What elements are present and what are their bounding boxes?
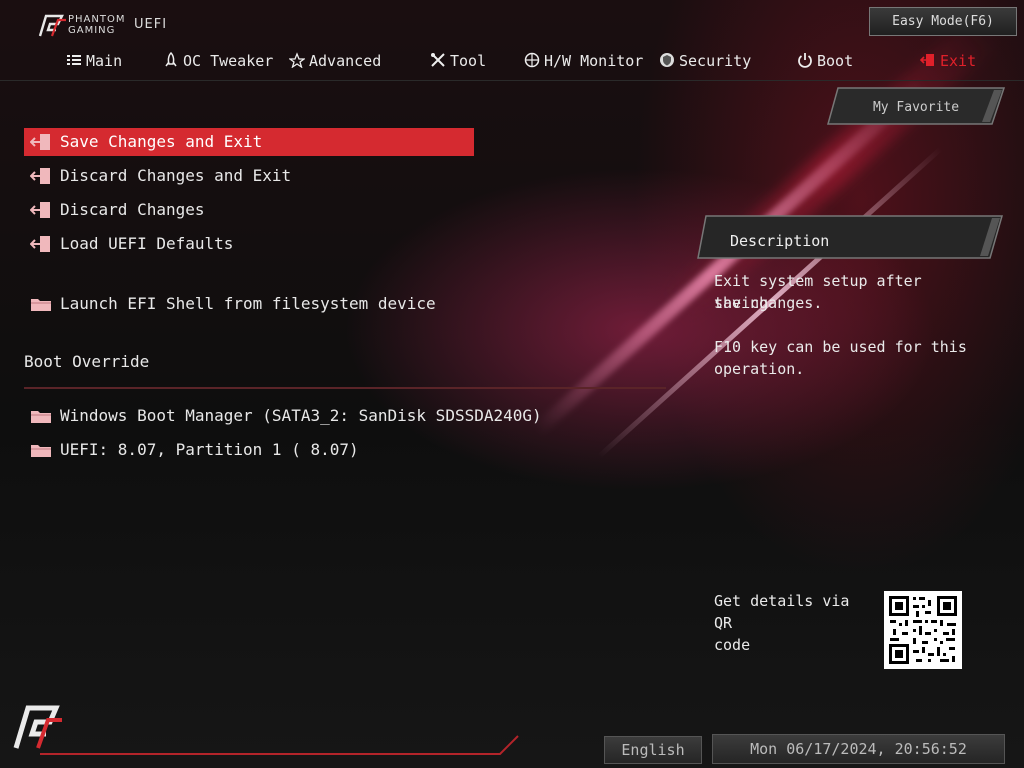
tab-label: Boot xyxy=(817,52,854,70)
qr-caption-line: code xyxy=(714,636,751,654)
tab-security[interactable]: Security xyxy=(659,52,751,72)
folder-icon xyxy=(31,411,51,423)
tab-label: Tool xyxy=(450,52,487,70)
tab-label: Security xyxy=(679,52,752,70)
boot-device-label: UEFI: 8.07, Partition 1 ( 8.07) xyxy=(60,440,359,459)
my-favorite-button[interactable]: My Favorite xyxy=(826,100,1006,115)
qr-code xyxy=(884,591,962,669)
tab-label: Exit xyxy=(940,52,977,70)
tab-label: H/W Monitor xyxy=(544,52,644,70)
tab-tool[interactable]: Tool xyxy=(430,52,486,72)
exit-door-icon xyxy=(30,236,50,252)
qr-caption-line: Get details via QR xyxy=(714,592,850,632)
tab-advanced[interactable]: Advanced xyxy=(289,52,381,72)
brand-line-2: GAMING xyxy=(68,25,116,36)
description-text: F10 key can be used for this xyxy=(714,338,967,356)
launch-efi-shell[interactable]: Launch EFI Shell from filesystem device xyxy=(24,290,474,318)
exit-door-icon xyxy=(30,202,50,218)
description-text: operation. xyxy=(714,360,805,378)
folder-icon xyxy=(31,299,51,311)
rocket-icon xyxy=(165,52,177,67)
star-icon xyxy=(289,52,305,68)
brand-product: UEFI xyxy=(134,17,168,32)
shield-icon xyxy=(660,53,674,67)
boot-override-item[interactable]: Windows Boot Manager (SATA3_2: SanDisk S… xyxy=(24,402,664,430)
tab-label: OC Tweaker xyxy=(183,52,274,70)
tab-label: Main xyxy=(86,52,123,70)
discard-changes[interactable]: Discard Changes xyxy=(24,196,474,224)
save-changes-and-exit[interactable]: Save Changes and Exit xyxy=(24,128,474,156)
exit-icon xyxy=(920,54,934,66)
tab-label: Advanced xyxy=(309,52,382,70)
menu-divider xyxy=(0,80,1024,81)
tab-hw-monitor[interactable]: H/W Monitor xyxy=(524,52,643,72)
language-button[interactable]: English xyxy=(604,736,702,764)
option-label: Launch EFI Shell from filesystem device xyxy=(60,294,436,313)
footer-decoration xyxy=(40,735,519,755)
description-text: the changes. xyxy=(714,294,823,312)
datetime-display: Mon 06/17/2024, 20:56:52 xyxy=(712,734,1005,764)
tools-icon xyxy=(431,53,445,67)
crosshair-icon xyxy=(524,52,540,68)
boot-override-item[interactable]: UEFI: 8.07, Partition 1 ( 8.07) xyxy=(24,436,664,464)
exit-door-icon xyxy=(30,134,50,150)
qr-caption: Get details via QR code xyxy=(714,590,874,656)
boot-device-label: Windows Boot Manager (SATA3_2: SanDisk S… xyxy=(60,406,542,425)
tab-exit[interactable]: Exit xyxy=(920,52,976,72)
tab-boot[interactable]: Boot xyxy=(797,52,853,72)
option-label: Save Changes and Exit xyxy=(60,132,263,151)
tab-main[interactable]: Main xyxy=(66,52,122,72)
tab-oc-tweaker[interactable]: OC Tweaker xyxy=(163,52,273,72)
easy-mode-button[interactable]: Easy Mode(F6) xyxy=(869,7,1017,36)
brand-line-1: PHANTOM xyxy=(68,14,126,25)
load-uefi-defaults[interactable]: Load UEFI Defaults xyxy=(24,230,474,258)
discard-changes-and-exit[interactable]: Discard Changes and Exit xyxy=(24,162,474,190)
folder-icon xyxy=(31,445,51,457)
option-label: Load UEFI Defaults xyxy=(60,234,234,253)
boot-override-divider xyxy=(24,387,666,389)
exit-door-icon xyxy=(30,168,50,184)
option-label: Discard Changes and Exit xyxy=(60,166,292,185)
boot-override-heading: Boot Override xyxy=(24,352,150,371)
description-title: Description xyxy=(730,232,830,250)
list-icon xyxy=(67,55,81,65)
power-icon xyxy=(798,53,812,68)
option-label: Discard Changes xyxy=(60,200,205,219)
